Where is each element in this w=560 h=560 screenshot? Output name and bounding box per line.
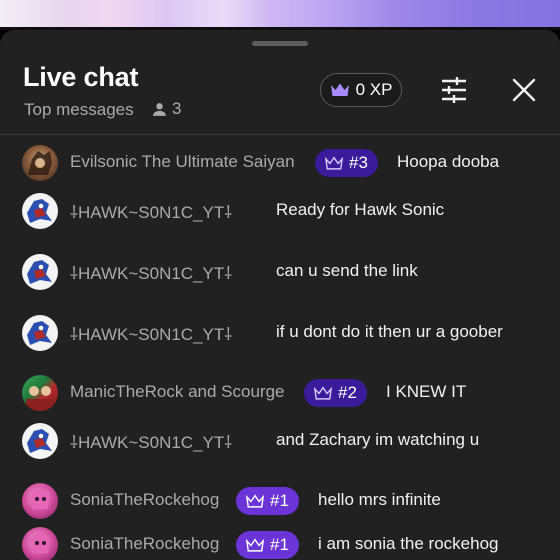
viewer-count: 3: [151, 99, 181, 119]
avatar[interactable]: [22, 423, 58, 459]
avatar[interactable]: [22, 483, 58, 519]
message-text: Ready for Hawk Sonic: [276, 200, 445, 219]
crown-icon: [330, 83, 349, 96]
filter-button[interactable]: [436, 72, 472, 108]
rank-label: #3: [349, 153, 368, 172]
message-text: I KNEW IT: [386, 382, 467, 401]
message-author[interactable]: ⸸HAWK~S0N1C_YT⸸: [70, 322, 232, 345]
chat-message[interactable]: ⸸HAWK~S0N1C_YT⸸ Ready for Hawk Sonic: [0, 191, 560, 231]
chat-message[interactable]: ManicTheRock and Scourge #2 I KNEW IT: [0, 373, 560, 413]
crown-icon: [314, 385, 332, 400]
rank-label: #2: [338, 383, 357, 402]
rank-badge: #1: [236, 531, 299, 559]
avatar[interactable]: [22, 375, 58, 411]
close-icon: [512, 78, 536, 102]
message-author[interactable]: SoniaTheRockehog: [70, 534, 219, 554]
rank-label: #1: [270, 535, 289, 554]
chat-message[interactable]: ⸸HAWK~S0N1C_YT⸸ can u send the link: [0, 252, 560, 292]
crown-icon: [246, 493, 264, 508]
xp-button[interactable]: 0 XP: [320, 73, 402, 107]
avatar[interactable]: [22, 315, 58, 351]
avatar[interactable]: [22, 527, 58, 560]
rank-badge: #2: [304, 379, 367, 407]
message-text: and Zachary im watching u: [276, 430, 480, 449]
message-author[interactable]: SoniaTheRockehog: [70, 490, 219, 510]
chat-message[interactable]: SoniaTheRockehog #1 hello mrs infinite: [0, 481, 560, 521]
avatar[interactable]: [22, 254, 58, 290]
rank-badge: #1: [236, 487, 299, 515]
message-text: Hoopa dooba: [397, 152, 500, 171]
rank-label: #1: [270, 491, 289, 510]
message-text: i am sonia the rockehog: [318, 534, 499, 553]
person-icon: [153, 102, 166, 116]
message-author[interactable]: ManicTheRock and Scourge: [70, 382, 285, 402]
avatar[interactable]: [22, 193, 58, 229]
background-video-strip: [0, 0, 560, 30]
message-text: if u dont do it then ur a goober: [276, 322, 503, 341]
message-text: hello mrs infinite: [318, 490, 441, 509]
message-author[interactable]: ⸸HAWK~S0N1C_YT⸸: [70, 200, 232, 223]
drag-handle[interactable]: [252, 41, 308, 46]
chat-message[interactable]: Evilsonic The Ultimate Saiyan #3 Hoopa d…: [0, 143, 560, 183]
xp-label: 0 XP: [355, 80, 393, 99]
crown-icon: [246, 537, 264, 552]
close-button[interactable]: [506, 72, 542, 108]
header-divider: [0, 134, 560, 135]
message-author[interactable]: ⸸HAWK~S0N1C_YT⸸: [70, 261, 232, 284]
message-text: can u send the link: [276, 261, 418, 280]
chat-mode-selector[interactable]: Top messages: [24, 100, 134, 120]
crown-icon: [325, 155, 343, 170]
avatar[interactable]: [22, 145, 58, 181]
tune-sliders-icon: [442, 77, 466, 103]
message-author[interactable]: ⸸HAWK~S0N1C_YT⸸: [70, 430, 232, 453]
rank-badge: #3: [315, 149, 378, 177]
panel-title: Live chat: [23, 62, 139, 92]
viewer-count-value: 3: [172, 99, 182, 118]
chat-message[interactable]: ⸸HAWK~S0N1C_YT⸸ and Zachary im watching …: [0, 421, 560, 461]
live-chat-panel: Live chat Top messages 3 0 XP Evilsonic …: [0, 30, 560, 560]
message-author[interactable]: Evilsonic The Ultimate Saiyan: [70, 152, 295, 172]
chat-message[interactable]: SoniaTheRockehog #1 i am sonia the rocke…: [0, 525, 560, 560]
chat-message[interactable]: ⸸HAWK~S0N1C_YT⸸ if u dont do it then ur …: [0, 313, 560, 353]
